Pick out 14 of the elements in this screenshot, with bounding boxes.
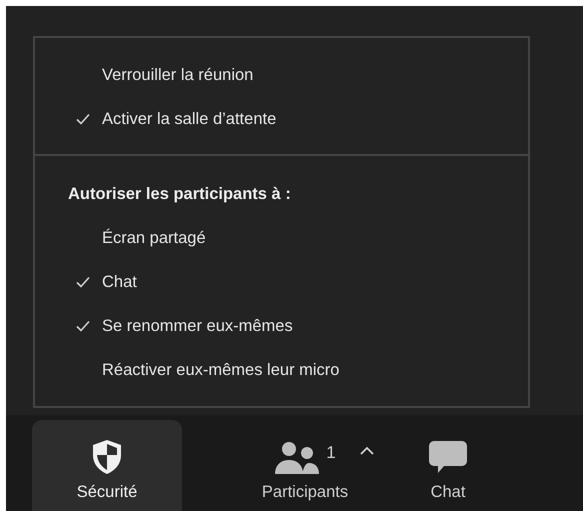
participant-count: 1	[326, 442, 336, 464]
menu-item[interactable]: Se renommer eux-mêmes	[35, 304, 528, 348]
menu-item[interactable]: Activer la salle d’attente	[35, 97, 528, 141]
people-icon	[274, 440, 320, 476]
menu-item[interactable]: Écran partagé	[35, 216, 528, 260]
caret-up-icon[interactable]	[360, 446, 374, 455]
section-heading: Autoriser les participants à :	[68, 184, 291, 205]
menu-item[interactable]: Chat	[35, 260, 528, 304]
toolbar-button[interactable]: Chat	[398, 420, 498, 511]
toolbar-button[interactable]: Sécurité	[32, 420, 182, 511]
toolbar-button[interactable]: 1 Participants	[230, 420, 380, 511]
shield-icon	[90, 438, 124, 476]
menu-item[interactable]: Verrouiller la réunion	[35, 53, 528, 97]
menu-item[interactable]: Réactiver eux-mêmes leur micro	[35, 348, 528, 392]
